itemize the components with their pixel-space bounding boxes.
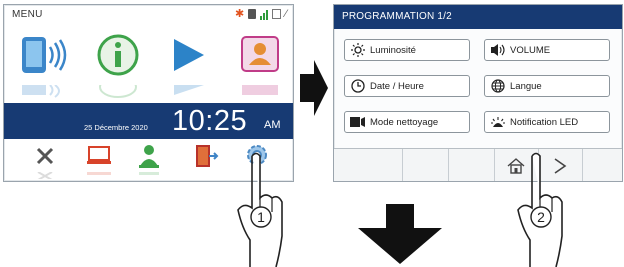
settings-title: PROGRAMMATION 1/2 bbox=[342, 11, 452, 22]
step-1-label: 1 bbox=[257, 209, 265, 225]
cleaning-mode-button[interactable]: Mode nettoyage bbox=[344, 111, 470, 133]
brightness-button[interactable]: Luminosité bbox=[344, 39, 470, 61]
pointing-hand-1: 1 bbox=[237, 152, 283, 267]
brightness-label: Luminosité bbox=[370, 44, 416, 56]
led-icon bbox=[490, 115, 506, 129]
pointing-hand-2: 2 bbox=[517, 152, 563, 267]
nav-slot bbox=[334, 149, 403, 181]
tile-reflection bbox=[92, 85, 144, 99]
arrow-down-icon bbox=[358, 204, 442, 264]
volume-label: VOLUME bbox=[510, 44, 551, 56]
volume-button[interactable]: VOLUME bbox=[484, 39, 610, 61]
icon-reflection bbox=[30, 169, 60, 179]
icon-reflection bbox=[84, 169, 114, 179]
led-notification-label: Notification LED bbox=[510, 116, 579, 128]
settings-header: PROGRAMMATION 1/2 bbox=[334, 5, 622, 29]
status-bar: MENU ✱ ⁄ bbox=[4, 5, 293, 25]
language-button[interactable]: Langue bbox=[484, 75, 610, 97]
arrow-right-icon bbox=[300, 60, 328, 116]
date-time-label: Date / Heure bbox=[370, 80, 424, 92]
no-call-icon: ⁄ bbox=[285, 8, 287, 20]
tile-reflection bbox=[18, 85, 70, 99]
operator-icon[interactable] bbox=[134, 141, 164, 171]
time-text: 10:25 bbox=[172, 105, 248, 137]
bottom-nav bbox=[334, 148, 622, 181]
tile-reflection bbox=[234, 85, 286, 99]
sd-card-icon bbox=[248, 9, 257, 19]
status-icons: ✱ ⁄ bbox=[235, 8, 287, 20]
globe-icon bbox=[490, 79, 506, 93]
copy-icon bbox=[272, 9, 282, 19]
exit-icon[interactable] bbox=[190, 141, 220, 171]
settings-screen: PROGRAMMATION 1/2 Luminosité VOLUME Date… bbox=[333, 4, 623, 182]
menu-title: MENU bbox=[12, 9, 43, 20]
date-time-button[interactable]: Date / Heure bbox=[344, 75, 470, 97]
cleaning-icon bbox=[350, 115, 366, 129]
info-icon[interactable] bbox=[92, 31, 144, 83]
monitor-icon[interactable] bbox=[84, 141, 114, 171]
play-icon[interactable] bbox=[162, 31, 214, 83]
nav-slot bbox=[402, 149, 449, 181]
language-label: Langue bbox=[510, 80, 542, 92]
close-icon[interactable] bbox=[30, 141, 60, 171]
cleaning-mode-label: Mode nettoyage bbox=[370, 116, 439, 128]
step-2-label: 2 bbox=[537, 209, 545, 225]
nav-slot bbox=[448, 149, 495, 181]
monitor-call-icon[interactable] bbox=[18, 31, 70, 83]
mute-icon: ✱ bbox=[234, 8, 245, 20]
icon-reflection bbox=[134, 169, 164, 179]
tile-reflection bbox=[162, 85, 214, 99]
sun-icon bbox=[350, 43, 366, 57]
date-text: 25 Décembre 2020 bbox=[84, 123, 148, 132]
nav-slot bbox=[582, 149, 622, 181]
signal-icon bbox=[260, 9, 269, 20]
clock-icon bbox=[350, 79, 366, 93]
led-notification-button[interactable]: Notification LED bbox=[484, 111, 610, 133]
clock-bar: 25 Décembre 2020 10:25 AM bbox=[4, 103, 293, 139]
speaker-icon bbox=[490, 43, 506, 57]
ampm-text: AM bbox=[264, 119, 281, 131]
contacts-icon[interactable] bbox=[234, 31, 286, 83]
